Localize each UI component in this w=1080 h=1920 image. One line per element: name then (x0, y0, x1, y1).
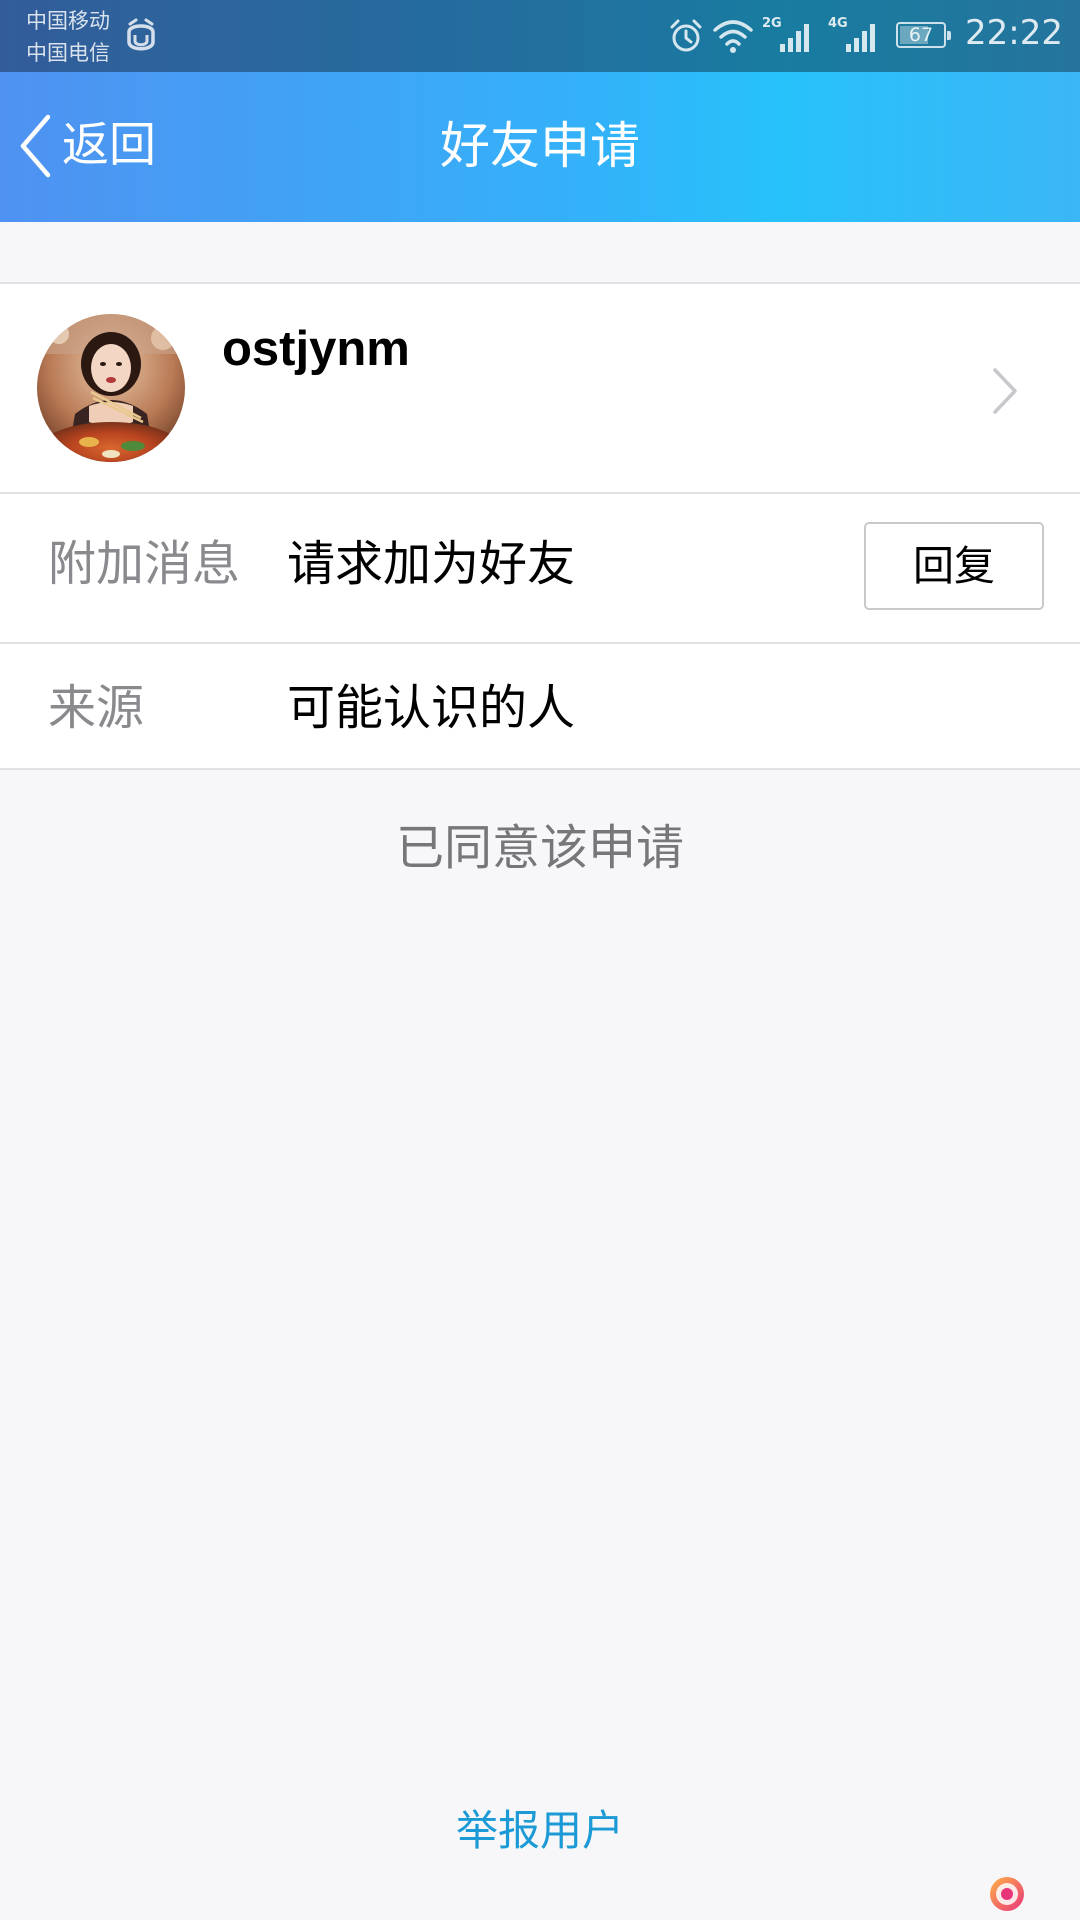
avatar[interactable] (37, 314, 185, 462)
attached-message-row: 附加消息 请求加为好友 回复 (0, 494, 1080, 642)
alarm-clock-icon (670, 19, 702, 52)
divider (0, 768, 1080, 770)
source-row: 来源 可能认识的人 (0, 644, 1080, 768)
reply-button[interactable]: 回复 (864, 522, 1044, 610)
signal-2g-icon: 2G (760, 16, 816, 54)
source-label: 来源 (48, 680, 145, 736)
carrier-label-primary: 中国移动 (26, 9, 110, 33)
request-status-text: 已同意该申请 (395, 820, 684, 876)
profile-row[interactable]: ostjynm (0, 284, 1080, 492)
app-logo-watermark-icon (990, 1877, 1024, 1911)
battery-icon: 67 (896, 22, 951, 48)
user-avatar-photo (37, 314, 185, 462)
carrier-label-secondary: 中国电信 (26, 41, 110, 65)
page-title: 好友申请 (440, 117, 640, 175)
header: 中国移动 中国电信 2G 4G 67 22:22 返回 好友申请 (0, 0, 1080, 222)
wifi-icon (713, 20, 753, 53)
signal-4g-icon: 4G (826, 16, 882, 54)
message-value: 请求加为好友 (287, 536, 576, 592)
username: ostjynm (222, 322, 410, 376)
app-notification-icon (127, 18, 155, 51)
source-value: 可能认识的人 (287, 680, 576, 736)
report-user-link[interactable]: 举报用户 (440, 1806, 640, 1856)
message-label: 附加消息 (48, 536, 241, 592)
status-time: 22:22 (965, 13, 1063, 53)
chevron-right-icon (993, 368, 1017, 414)
battery-percent: 67 (908, 24, 934, 46)
